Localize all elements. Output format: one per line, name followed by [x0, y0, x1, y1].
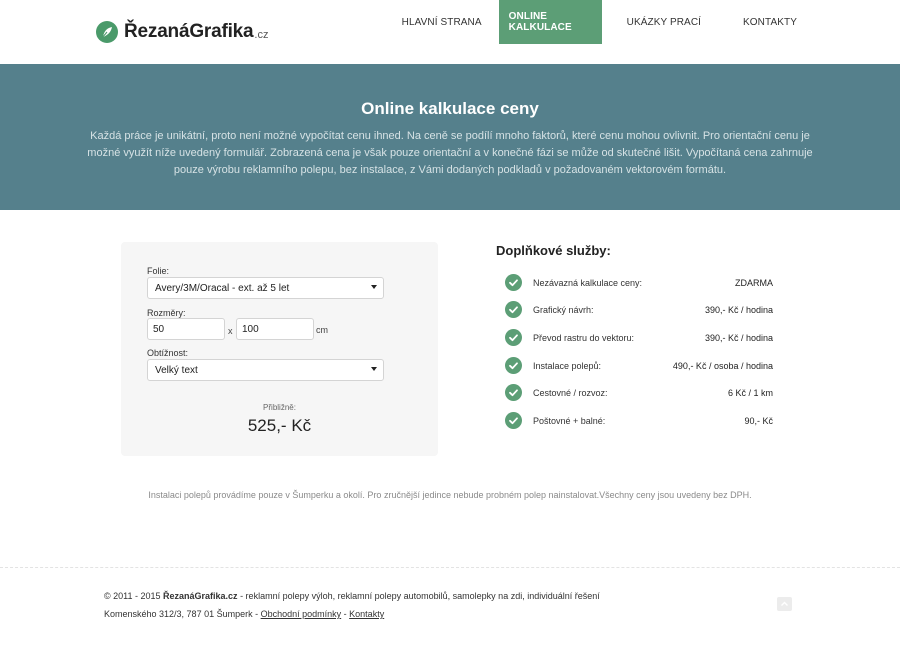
width-input[interactable]	[147, 318, 225, 340]
difficulty-select-value: Velký text	[155, 365, 198, 376]
footer-separator: -	[341, 609, 350, 619]
height-input[interactable]	[236, 318, 314, 340]
calculated-price: 525,- Kč	[247, 416, 312, 435]
copyright-suffix: - reklamní polepy výloh, reklamní polepy…	[237, 591, 600, 601]
service-row: Instalace polepů: 490,- Kč / osoba / hod…	[505, 357, 773, 375]
service-label: Cestovné / rozvoz:	[533, 388, 608, 398]
service-price: 90,- Kč	[744, 416, 773, 426]
times-sign: x	[228, 326, 233, 336]
service-label: Instalace polepů:	[533, 361, 602, 371]
nav-item-contacts[interactable]: KONTAKTY	[726, 0, 814, 44]
footer-divider	[0, 567, 900, 568]
chevron-up-icon	[781, 601, 788, 606]
check-icon	[505, 301, 522, 318]
difficulty-label: Obtížnost:	[147, 348, 189, 358]
nav-item-portfolio[interactable]: UKÁZKY PRACÍ	[610, 0, 718, 44]
chevron-down-icon	[371, 367, 377, 371]
check-icon	[505, 412, 522, 429]
hero-description: Každá práce je unikátní, proto není možn…	[87, 130, 813, 176]
service-price: ZDARMA	[735, 278, 773, 288]
leaf-icon	[96, 21, 118, 43]
service-row: Cestovné / rozvoz: 6 Kč / 1 km	[505, 384, 773, 402]
foil-select-value: Avery/3M/Oracal - ext. až 5 let	[155, 283, 290, 294]
copyright-prefix: © 2011 - 2015	[104, 591, 164, 601]
hero-banner: Online kalkulace ceny Každá práce je uni…	[0, 64, 900, 210]
service-label: Grafický návrh:	[533, 305, 594, 315]
nav-item-online-calculator[interactable]: ONLINE KALKULACE	[498, 0, 602, 44]
footer-copyright: © 2011 - 2015 ŘezanáGrafika.cz - reklamn…	[104, 591, 600, 601]
address-text: Komenského 312/3, 787 01 Šumperk -	[104, 609, 261, 619]
scroll-to-top-button[interactable]	[777, 597, 792, 611]
site-header: ŘezanáGrafika .cz HLAVNÍ STRANA ONLINE K…	[0, 0, 900, 64]
foil-label: Folie:	[147, 266, 170, 276]
service-label: Nezávazná kalkulace ceny:	[533, 278, 643, 288]
service-price: 390,- Kč / hodina	[704, 333, 773, 343]
service-price: 6 Kč / 1 km	[727, 388, 773, 398]
service-row: Grafický návrh: 390,- Kč / hodina	[505, 301, 773, 319]
service-price: 490,- Kč / osoba / hodina	[672, 361, 773, 371]
foil-select[interactable]: Avery/3M/Oracal - ext. až 5 let	[147, 277, 384, 299]
service-label: Převod rastru do vektoru:	[533, 333, 635, 343]
check-icon	[505, 329, 522, 346]
site-logo[interactable]: ŘezanáGrafika .cz	[96, 20, 268, 44]
approx-label: Přibližně:	[263, 403, 296, 412]
logo-suffix: .cz	[254, 29, 269, 41]
logo-text: ŘezanáGrafika	[124, 21, 254, 42]
terms-link[interactable]: Obchodní podmínky	[261, 609, 342, 619]
nav-item-home[interactable]: HLAVNÍ STRANA	[385, 0, 499, 44]
difficulty-select[interactable]: Velký text	[147, 359, 384, 381]
service-row: Poštovné + balné: 90,- Kč	[505, 412, 773, 430]
dimensions-label: Rozměry:	[147, 308, 186, 318]
footer-brand: ŘezanáGrafika.cz	[163, 591, 238, 601]
check-icon	[505, 357, 522, 374]
page-title: Online kalkulace ceny	[361, 99, 539, 118]
footer-address: Komenského 312/3, 787 01 Šumperk - Obcho…	[104, 609, 384, 619]
check-icon	[505, 274, 522, 291]
unit-label: cm	[316, 325, 328, 335]
check-icon	[505, 384, 522, 401]
service-row: Převod rastru do vektoru: 390,- Kč / hod…	[505, 329, 773, 347]
services-title: Doplňkové služby:	[496, 243, 611, 258]
contacts-link[interactable]: Kontakty	[349, 609, 384, 619]
service-price: 390,- Kč / hodina	[704, 305, 773, 315]
service-row: Nezávazná kalkulace ceny: ZDARMA	[505, 274, 773, 292]
installation-note: Instalaci polepů provádíme pouze v Šumpe…	[148, 490, 752, 500]
service-label: Poštovné + balné:	[533, 416, 606, 426]
price-calculator: Folie: Avery/3M/Oracal - ext. až 5 let R…	[121, 242, 438, 456]
chevron-down-icon	[371, 285, 377, 289]
main-nav: HLAVNÍ STRANA ONLINE KALKULACE UKÁZKY PR…	[385, 0, 814, 44]
